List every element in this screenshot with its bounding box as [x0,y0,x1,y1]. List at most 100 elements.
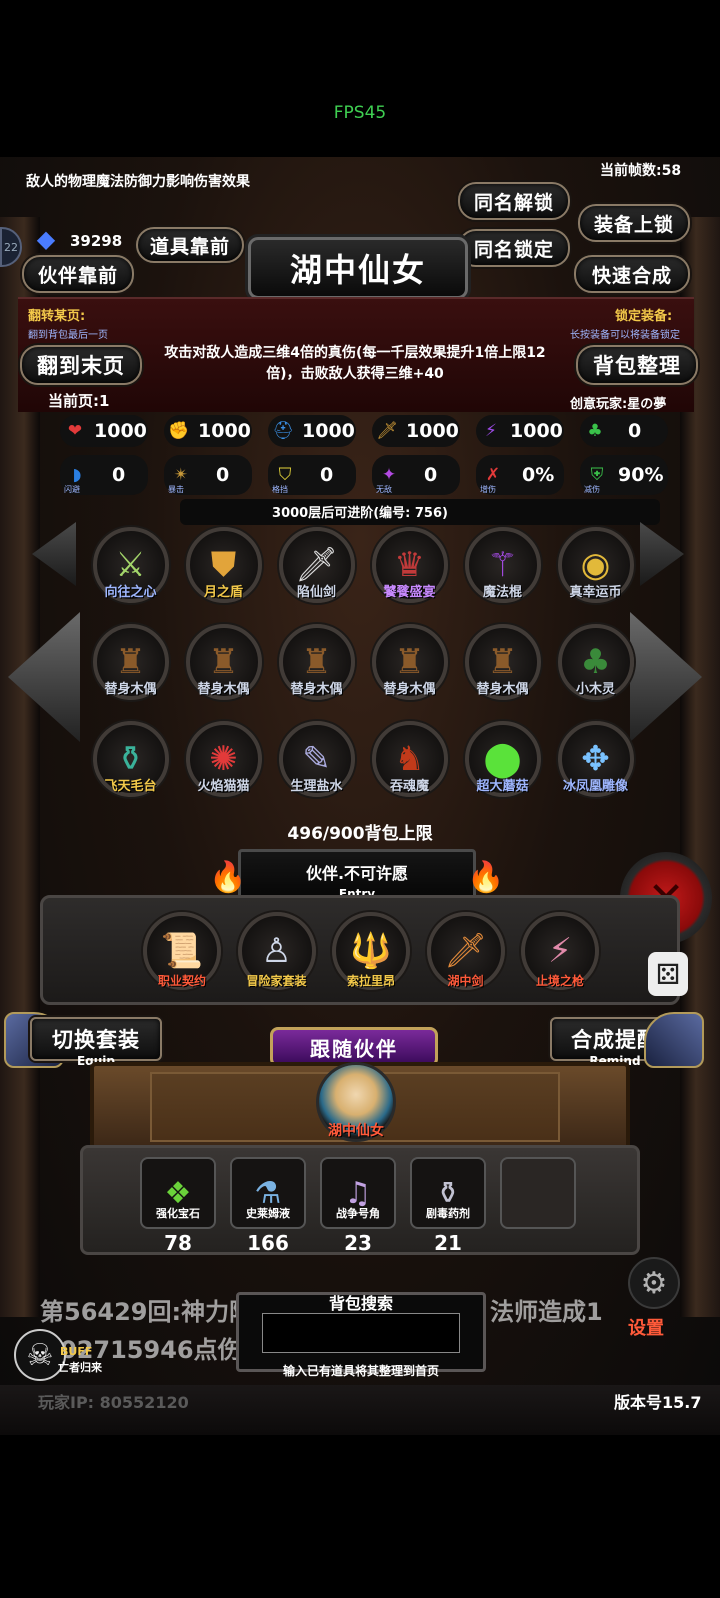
stat-pill: ✊ 1000 [164,415,252,447]
equipment-label: 索拉里昂 [346,974,395,988]
inventory-label: 替身木偶 [104,682,157,697]
equip-lock-button[interactable]: 装备上锁 [578,204,690,242]
same-name-lock-button[interactable]: 同名锁定 [458,229,570,267]
stat-pill: ◗ 0 闪避 [60,455,148,495]
consumable-name: 史莱姆液 [246,1207,290,1220]
gear-icon[interactable]: ⚙ [628,1257,680,1309]
version-label: 版本号15.7 [614,1393,702,1412]
heart-icon: ❤ [67,421,83,441]
bag-capacity: 496/900背包上限 [287,824,433,844]
stats-row-secondary: ◗ 0 闪避 ✴ 0 暴击 ⛉ 0 格挡 ✦ 0 无敌 ✗ 0% 增伤 ⛨ 90% 减伤 [60,455,680,499]
search-input[interactable] [262,1313,460,1353]
item-title: 湖中仙女 [248,237,468,299]
inventory-slot[interactable]: ♜ 替身木偶 [84,624,177,721]
same-name-unlock-button[interactable]: 同名解锁 [458,182,570,220]
battle-log-line1b: 法师造成1 [490,1298,603,1326]
buff-name: 亡者归来 [58,1361,102,1374]
stat-label: 闪避 [64,485,80,494]
equipment-slot[interactable]: 🔱 索拉里昂 [325,912,417,1002]
inventory-slot[interactable]: ⬤ 超大蘑菇 [456,721,549,818]
inventory-label: 真幸运币 [569,585,622,600]
stat-pill: ✴ 0 暴击 [164,455,252,495]
consumable-slot[interactable]: ⚱ 剧毒药剂 21 [410,1157,486,1255]
inventory-label: 冰凤凰雕像 [562,779,628,794]
player-ip: 玩家IP: 80552120 [38,1393,189,1412]
stat-label: 格挡 [272,485,288,494]
inventory-label: 替身木偶 [197,682,250,697]
equipment-slot[interactable]: 🗡 湖中剑 [420,912,512,1002]
stat-value: 0 [216,464,230,486]
inventory-slot[interactable]: ⛊ 月之盾 [177,527,270,624]
follow-partner-title: 跟随伙伴 [270,1027,438,1067]
stat-value: 90% [618,464,664,486]
stat-value: 0 [112,464,126,486]
last-page-button[interactable]: 翻到末页 [20,345,142,385]
inventory-label: 替身木偶 [383,682,436,697]
lightning-icon: ⚡ [485,421,497,441]
consumable-slot-empty[interactable] [500,1157,576,1255]
equipment-slot[interactable]: ⚡ 止境之枪 [514,912,606,1002]
settings-label[interactable]: 设置 [628,1314,664,1340]
inventory-slot[interactable]: ♞ 吞魂魔 [363,721,456,818]
stat-label: 增伤 [480,485,496,494]
battle-log-line1: 第56429回:神力附 [40,1298,254,1326]
current-page: 当前页:1 [48,392,110,410]
stats-row-primary: ❤ 1000 ✊ 1000 ⛑ 1000 🗡 1000 ⚡ 1000 ♣ 0 [60,415,680,451]
stat-value: 1000 [406,420,459,442]
entry-title: 伙伴.不可许愿 [305,864,409,883]
item-description: 攻击对敌人造成三维4倍的真伤(每一千层效果提升1倍上限12倍)，击败敌人获得三维… [164,345,546,382]
fps-counter: FPS45 [333,103,387,123]
inventory-slot[interactable]: ♜ 替身木偶 [177,624,270,721]
stat-pill: ⚡ 1000 [476,415,564,447]
inventory-label: 小木灵 [575,682,615,697]
inventory-slot[interactable]: ✺ 火焰猫猫 [177,721,270,818]
lock-hint-desc: 长按装备可以将装备锁定 [570,330,680,341]
dice-icon[interactable]: ⚄ [648,952,688,996]
consumable-name: 剧毒药剂 [426,1207,470,1220]
inventory-slot[interactable]: ♣ 小木灵 [549,624,642,721]
inventory-slot[interactable]: ♛ 饕餮盛宴 [363,527,456,624]
bag-sort-button[interactable]: 背包整理 [576,345,698,385]
inventory-slot[interactable]: ⚱ 飞天毛台 [84,721,177,818]
stat-pill: ⛨ 90% 减伤 [580,455,668,495]
consumable-name: 强化宝石 [156,1207,200,1220]
inventory-label: 魔法棍 [482,585,522,600]
stat-value: 0 [424,464,438,486]
inventory-slot[interactable]: ✥ 冰凤凰雕像 [549,721,642,818]
inventory-slot[interactable]: ♜ 替身木偶 [363,624,456,721]
equipment-label: 职业契约 [157,974,206,988]
inventory-label: 超大蘑菇 [476,779,529,794]
inventory-slot[interactable]: ⚔ 向往之心 [84,527,177,624]
stat-label: 暴击 [168,485,184,494]
creator-label: 创意玩家:星の夢 [570,397,667,412]
stat-value: 1000 [198,420,251,442]
partner-name: 湖中仙女 [328,1123,384,1139]
stat-value: 1000 [94,420,147,442]
item-front-button[interactable]: 道具靠前 [136,227,244,263]
search-hint: 输入已有道具将其整理到首页 [282,1364,439,1378]
stat-label: 减伤 [584,485,600,494]
equipment-slot[interactable]: ♙ 冒险家套装 [231,912,323,1002]
equipment-slot[interactable]: 📜 职业契约 [136,912,228,1002]
game-scene: 敌人的物理魔法防御力影响伤害效果 当前帧数:58 22 ◆ 39298 同名解锁… [0,157,720,1435]
inventory-label: 吞魂魔 [389,779,429,794]
buff-tag: BUFF [60,1345,93,1358]
consumable-slot[interactable]: ⚗ 史莱姆液 166 [230,1157,306,1255]
inventory-slot[interactable]: ♜ 替身木偶 [456,624,549,721]
helmet-right-icon [644,1012,704,1068]
flip-hint-desc: 翻到背包最后一页 [28,330,108,341]
side-circle-label: 22 [4,240,18,254]
quick-merge-button[interactable]: 快速合成 [574,255,690,293]
stat-pill: ✦ 0 无敌 [372,455,460,495]
next-small-arrow-icon[interactable] [640,522,684,586]
inventory-slot[interactable]: ◉ 真幸运币 [549,527,642,624]
stat-pill: ⛑ 1000 [268,415,356,447]
consumable-slot[interactable]: ♫ 战争号角 23 [320,1157,396,1255]
consumable-slot[interactable]: ❖ 强化宝石 78 [140,1157,216,1255]
inventory-slot[interactable]: ♜ 替身木偶 [270,624,363,721]
inventory-slot[interactable]: ⚚ 魔法棍 [456,527,549,624]
inventory-slot[interactable]: 🗡 陷仙剑 [270,527,363,624]
inventory-slot[interactable]: ✎ 生理盐水 [270,721,363,818]
stat-value: 0 [320,464,334,486]
partner-front-button[interactable]: 伙伴靠前 [22,255,134,293]
